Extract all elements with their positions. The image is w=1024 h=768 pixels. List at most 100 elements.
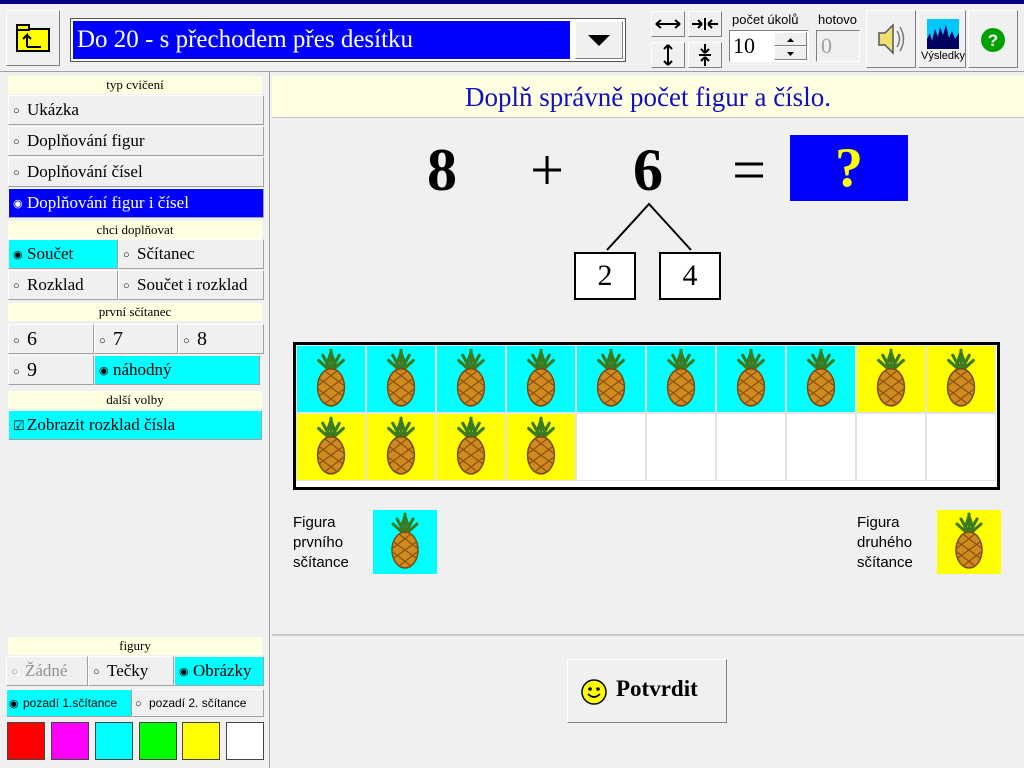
confirm-button[interactable]: Potvrdit — [567, 659, 727, 723]
grid-cell-first-addend[interactable] — [646, 345, 716, 413]
first-addend-option-8[interactable]: ○ 8 — [178, 324, 264, 354]
task-count-spinner[interactable]: 10 — [729, 30, 809, 62]
fill-mode-option-sum[interactable]: ◉ Součet — [8, 239, 118, 269]
first-addend-option-9[interactable]: ○ 9 — [8, 355, 94, 385]
sound-button[interactable] — [866, 10, 916, 68]
option-label: Tečky — [107, 661, 149, 680]
grid-cell-empty[interactable] — [926, 413, 996, 481]
fill-mode-option-decomposition[interactable]: ○ Rozklad — [8, 270, 118, 300]
grid-cell-empty[interactable] — [786, 413, 856, 481]
grid-cell-second-addend[interactable] — [856, 345, 926, 413]
grid-cell-first-addend[interactable] — [296, 345, 366, 413]
legend-first-figure — [373, 510, 437, 574]
arrows-apart-vertical-icon — [663, 44, 673, 66]
radio-off-icon: ○ — [13, 366, 20, 379]
radio-off-icon: ○ — [99, 335, 106, 348]
color-swatch-green[interactable] — [139, 722, 177, 760]
exercise-type-option-figures[interactable]: ○ Doplňování figur — [8, 126, 264, 156]
first-addend-option-6[interactable]: ○ 6 — [8, 324, 94, 354]
grid-cell-second-addend[interactable] — [506, 413, 576, 481]
radio-off-icon: ○ — [135, 697, 142, 710]
figures-option-pictures[interactable]: ◉ Obrázky — [174, 656, 264, 686]
color-swatch-yellow[interactable] — [182, 722, 220, 760]
show-decomposition-checkbox[interactable]: ☑ Zobrazit rozklad čísla — [8, 410, 262, 440]
radio-off-icon: ○ — [11, 666, 18, 679]
help-button[interactable]: ? — [968, 10, 1018, 68]
task-count-down-button[interactable] — [774, 46, 807, 60]
exercise-select-value[interactable]: Do 20 - s přechodem přes desítku — [73, 21, 570, 59]
color-swatch-cyan[interactable] — [95, 722, 133, 760]
legend-first-label: Figura prvního sčítance — [293, 513, 349, 573]
pineapple-icon — [526, 348, 556, 407]
grid-cell-first-addend[interactable] — [506, 345, 576, 413]
color-swatch-white[interactable] — [226, 722, 264, 760]
widen-vertical-button[interactable] — [651, 42, 685, 68]
option-label: pozadí 1.sčítance — [23, 696, 118, 710]
fill-mode-option-addend[interactable]: ○ Sčítanec — [118, 239, 264, 269]
grid-cell-second-addend[interactable] — [436, 413, 506, 481]
exercise-type-option-demo[interactable]: ○ Ukázka — [8, 95, 264, 125]
pineapple-icon — [736, 348, 766, 407]
pineapple-icon — [386, 416, 416, 475]
decomposition-box-2[interactable]: 4 — [659, 252, 721, 300]
grid-cell-first-addend[interactable] — [786, 345, 856, 413]
figure-grid[interactable] — [293, 342, 1000, 490]
sum-answer-box[interactable]: ? — [790, 135, 908, 201]
narrow-horizontal-button[interactable] — [688, 11, 722, 37]
task-count-up-button[interactable] — [774, 32, 807, 46]
results-label: Výsledky — [920, 50, 966, 62]
grid-cell-empty[interactable] — [576, 413, 646, 481]
pineapple-icon — [456, 348, 486, 407]
background-second-addend-option[interactable]: ○ pozadí 2. sčítance — [132, 689, 264, 717]
decomposition-lines — [606, 202, 692, 251]
pineapple-icon — [806, 348, 836, 407]
grid-cell-second-addend[interactable] — [366, 413, 436, 481]
exercise-select[interactable]: Do 20 - s přechodem přes desítku — [70, 18, 626, 62]
background-first-addend-option[interactable]: ◉ pozadí 1.sčítance — [6, 689, 132, 717]
legend-first-line-3: sčítance — [293, 554, 349, 571]
grid-cell-first-addend[interactable] — [436, 345, 506, 413]
figures-option-dots[interactable]: ○ Tečky — [88, 656, 174, 686]
option-label: Doplňování čísel — [27, 162, 143, 181]
task-count-value[interactable]: 10 — [733, 33, 755, 59]
color-swatch-magenta[interactable] — [51, 722, 89, 760]
exercise-type-option-figures-and-numbers[interactable]: ◉ Doplňování figur i čísel — [8, 188, 264, 218]
grid-cell-empty[interactable] — [646, 413, 716, 481]
color-swatch-red[interactable] — [7, 722, 45, 760]
grid-cell-second-addend[interactable] — [296, 413, 366, 481]
grid-cell-first-addend[interactable] — [576, 345, 646, 413]
first-addend-option-7[interactable]: ○ 7 — [94, 324, 178, 354]
widen-horizontal-button[interactable] — [651, 11, 685, 37]
option-label: Obrázky — [193, 661, 252, 680]
exercise-select-dropdown-button[interactable] — [575, 21, 623, 59]
option-label: 6 — [27, 328, 37, 350]
legend-second-line-3: sčítance — [857, 554, 913, 571]
grid-cell-empty[interactable] — [716, 413, 786, 481]
confirm-label: Potvrdit — [616, 676, 698, 701]
grid-cell-second-addend[interactable] — [926, 345, 996, 413]
grid-cell-first-addend[interactable] — [366, 345, 436, 413]
open-folder-button[interactable] — [6, 10, 60, 66]
pineapple-icon — [955, 512, 983, 569]
option-label: 7 — [113, 328, 123, 350]
title-bar-line — [0, 0, 1024, 4]
decomposition-box-1[interactable]: 2 — [574, 252, 636, 300]
results-button[interactable]: Výsledky — [918, 10, 966, 68]
grid-cell-empty[interactable] — [856, 413, 926, 481]
figures-option-none[interactable]: ○ Žádné — [6, 656, 88, 686]
done-label: hotovo — [818, 12, 858, 27]
pineapple-icon — [526, 416, 556, 475]
narrow-vertical-button[interactable] — [688, 42, 722, 68]
radio-off-icon: ○ — [93, 666, 100, 679]
radio-on-icon: ◉ — [99, 365, 109, 378]
radio-on-icon: ◉ — [179, 666, 189, 679]
option-label: 8 — [197, 328, 207, 350]
pineapple-icon — [386, 348, 416, 407]
first-addend-option-random[interactable]: ◉ náhodný — [94, 355, 260, 385]
grid-cell-first-addend[interactable] — [716, 345, 786, 413]
fill-mode-option-sum-and-decomposition[interactable]: ○ Součet i rozklad — [118, 270, 264, 300]
exercise-type-option-numbers[interactable]: ○ Doplňování čísel — [8, 157, 264, 187]
second-addend-number: 6 — [633, 137, 663, 203]
first-addend-number: 8 — [427, 137, 457, 203]
radio-on-icon: ◉ — [13, 249, 23, 262]
